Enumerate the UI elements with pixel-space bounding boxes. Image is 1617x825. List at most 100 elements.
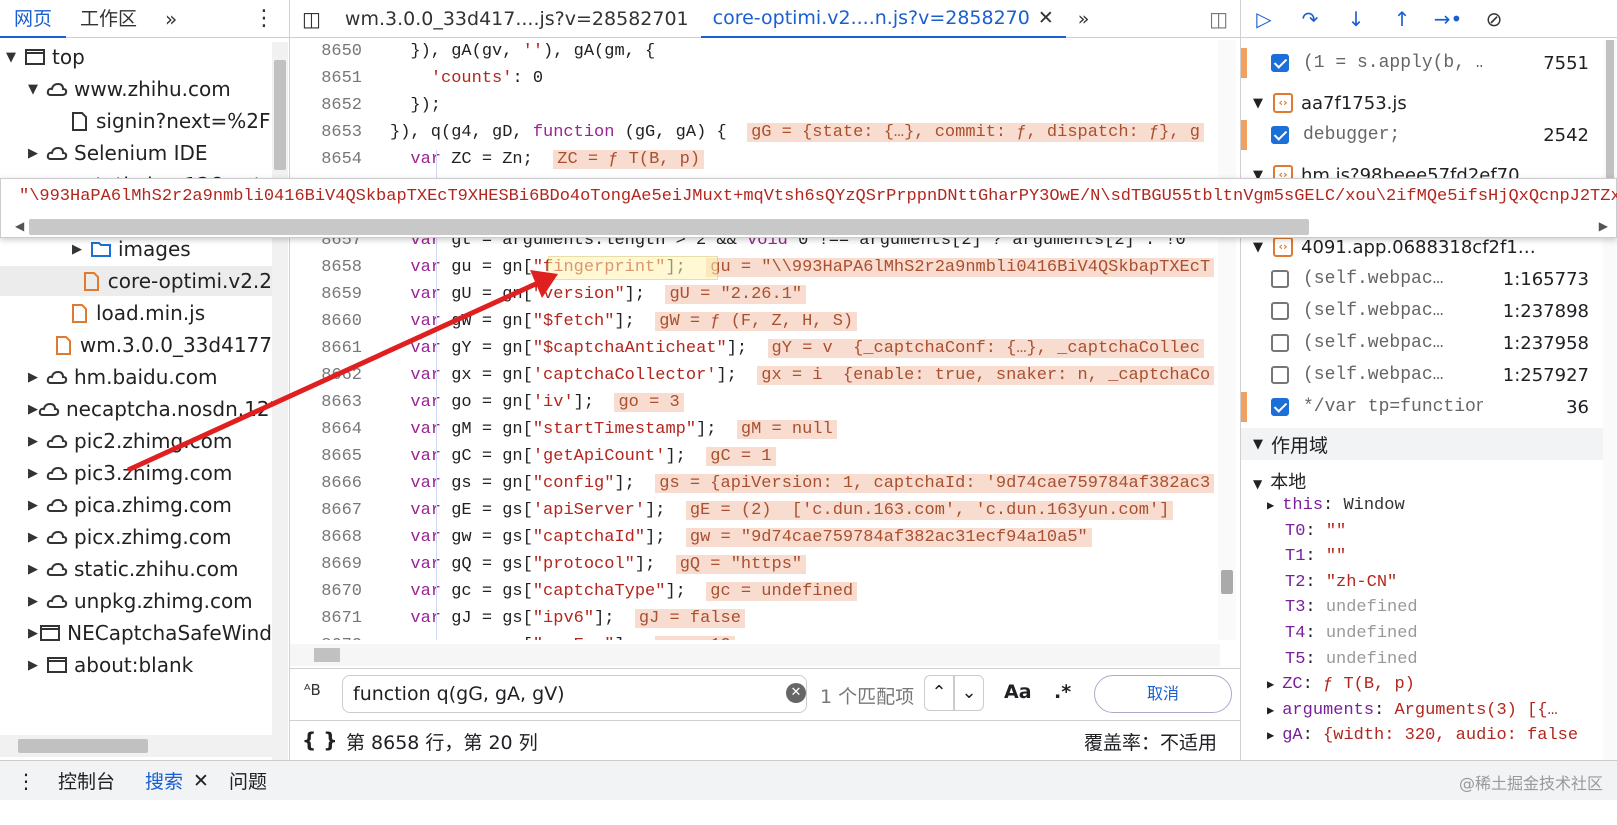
expand-arrow-icon[interactable]: ▶ bbox=[1267, 678, 1274, 692]
line-number[interactable]: 8668 bbox=[290, 528, 362, 547]
line-number[interactable]: 8660 bbox=[290, 312, 362, 331]
tree-node[interactable]: ▶ Selenium IDE bbox=[0, 138, 272, 168]
breakpoint-checkbox[interactable] bbox=[1271, 366, 1289, 384]
clear-search-icon[interactable]: ✕ bbox=[786, 683, 806, 703]
drawer-tab-search[interactable]: 搜索 bbox=[145, 767, 183, 794]
line-number[interactable]: 8672 bbox=[290, 636, 362, 640]
tree-node[interactable]: ▼ top bbox=[0, 42, 272, 72]
navigator-vertical-scrollbar[interactable] bbox=[272, 42, 288, 762]
line-number[interactable]: 8651 bbox=[290, 69, 362, 88]
breakpoint-checkbox[interactable] bbox=[1271, 334, 1289, 352]
line-number[interactable]: 8670 bbox=[290, 582, 362, 601]
pretty-print-icon[interactable]: { } bbox=[302, 728, 337, 752]
line-number[interactable]: 8652 bbox=[290, 96, 362, 115]
close-tab-icon[interactable]: ✕ bbox=[1038, 0, 1054, 37]
breakpoint-checkbox[interactable] bbox=[1271, 54, 1289, 72]
tree-node[interactable]: load.min.js bbox=[0, 298, 272, 328]
expand-arrow-icon[interactable]: ▶ bbox=[1267, 729, 1274, 743]
breakpoint-file-group[interactable]: ▼ ‹› aa7f1753.js bbox=[1241, 88, 1603, 118]
scope-variable[interactable]: ▶ ZC: ƒ T(B, p) bbox=[1267, 675, 1415, 694]
line-number[interactable]: 8659 bbox=[290, 285, 362, 304]
tooltip-scrollbar[interactable] bbox=[29, 219, 1309, 235]
collapsed-arrow-icon[interactable]: ▶ bbox=[28, 594, 46, 609]
scope-variable[interactable]: T5: undefined bbox=[1285, 650, 1418, 669]
more-editor-tabs-icon[interactable]: » bbox=[1066, 0, 1102, 38]
drawer-tab-issues[interactable]: 问题 bbox=[229, 767, 267, 794]
collapsed-arrow-icon[interactable]: ▶ bbox=[28, 626, 39, 641]
toggle-navigator-icon[interactable]: ◫ bbox=[290, 0, 333, 38]
breakpoint-item[interactable]: (self.webpac… 1:237958 bbox=[1241, 328, 1603, 358]
step-over-icon[interactable]: ↷ bbox=[1287, 7, 1333, 31]
collapsed-arrow-icon[interactable]: ▶ bbox=[72, 242, 90, 257]
tree-node[interactable]: ▶ pic2.zhimg.com bbox=[0, 426, 272, 456]
line-number[interactable]: 8661 bbox=[290, 339, 362, 358]
scope-variable[interactable]: ▶ arguments: Arguments(3) [{… bbox=[1267, 701, 1558, 720]
tab-page[interactable]: 网页 bbox=[0, 0, 67, 38]
breakpoint-item[interactable]: debugger; 2542 bbox=[1241, 120, 1603, 150]
navigator-horizontal-scrollbar[interactable] bbox=[0, 735, 272, 757]
expand-arrow-icon[interactable]: ▶ bbox=[1267, 704, 1274, 718]
collapsed-arrow-icon[interactable]: ▶ bbox=[28, 434, 46, 449]
breakpoint-item[interactable]: (self.webpac… 1:165773 bbox=[1241, 264, 1603, 294]
line-number[interactable]: 8662 bbox=[290, 366, 362, 385]
tree-node[interactable]: signin?next=%2F bbox=[0, 106, 272, 136]
collapsed-arrow-icon[interactable]: ▶ bbox=[28, 370, 46, 385]
close-search-tab-icon[interactable]: ✕ bbox=[193, 770, 209, 792]
scope-variable[interactable]: T0: "" bbox=[1285, 522, 1346, 541]
line-number[interactable]: 8671 bbox=[290, 609, 362, 628]
collapsed-arrow-icon[interactable]: ▶ bbox=[28, 466, 46, 481]
breakpoint-item[interactable]: */var tp=function()… 36 bbox=[1241, 392, 1603, 422]
breakpoint-checkbox[interactable] bbox=[1271, 126, 1289, 144]
previous-match-icon[interactable]: ⌃ bbox=[924, 675, 954, 711]
tree-node[interactable]: ▶ about:blank bbox=[0, 650, 272, 680]
line-number[interactable]: 8654 bbox=[290, 150, 362, 169]
line-number[interactable]: 8664 bbox=[290, 420, 362, 439]
match-case-button[interactable]: Aa bbox=[1004, 681, 1032, 703]
line-number[interactable]: 8663 bbox=[290, 393, 362, 412]
editor-vertical-scrollbar[interactable] bbox=[1218, 40, 1236, 640]
collapsed-arrow-icon[interactable]: ▶ bbox=[28, 498, 46, 513]
breakpoint-checkbox[interactable] bbox=[1271, 270, 1289, 288]
regex-button[interactable]: .* bbox=[1054, 681, 1071, 703]
resume-icon[interactable]: ▷ bbox=[1241, 7, 1287, 31]
tree-node[interactable]: ▶ images bbox=[0, 234, 272, 264]
scope-section-header[interactable]: ▼ 作用域 bbox=[1241, 428, 1603, 460]
breakpoint-item[interactable]: (1 = s.apply(b, … 7551 bbox=[1241, 48, 1603, 78]
breakpoint-item[interactable]: (self.webpac… 1:257927 bbox=[1241, 360, 1603, 390]
drawer-menu-icon[interactable]: ⋮ bbox=[16, 769, 36, 793]
line-number[interactable]: 8669 bbox=[290, 555, 362, 574]
cancel-search-button[interactable]: 取消 bbox=[1094, 675, 1232, 713]
line-number[interactable]: 8667 bbox=[290, 501, 362, 520]
local-scope-header[interactable]: ▼ 本地 bbox=[1253, 468, 1306, 494]
line-number[interactable]: 8650 bbox=[290, 42, 362, 61]
editor-horizontal-scrollbar[interactable] bbox=[290, 644, 1220, 666]
scope-variable[interactable]: T4: undefined bbox=[1285, 624, 1418, 643]
collapsed-arrow-icon[interactable]: ▶ bbox=[28, 562, 46, 577]
expanded-arrow-icon[interactable]: ▼ bbox=[28, 82, 46, 97]
tooltip-scroll-left-icon[interactable]: ◀ bbox=[15, 219, 24, 233]
tree-node[interactable]: ▶ unpkg.zhimg.com bbox=[0, 586, 272, 616]
more-options-icon[interactable]: ⋮ bbox=[239, 0, 289, 38]
scope-variable[interactable]: T2: "zh-CN" bbox=[1285, 573, 1397, 592]
tree-node[interactable]: ▶ necaptcha.nosdn.127 bbox=[0, 394, 272, 424]
tree-node[interactable]: ▶ hm.baidu.com bbox=[0, 362, 272, 392]
tree-node[interactable]: wm.3.0.0_33d4177 bbox=[0, 330, 272, 360]
deactivate-breakpoints-icon[interactable]: ⊘ bbox=[1471, 7, 1517, 31]
scope-variable[interactable]: ▶ this: Window bbox=[1267, 496, 1405, 515]
collapsed-arrow-icon[interactable]: ▶ bbox=[28, 658, 46, 673]
tab-workspace[interactable]: 工作区 bbox=[66, 0, 151, 38]
code-area[interactable]: 8650 }), gA(gv, ''), gA(gm, {8651 'count… bbox=[290, 40, 1218, 640]
line-number[interactable]: 8658 bbox=[290, 258, 362, 277]
replace-toggle-icon[interactable]: ᴬB bbox=[304, 681, 321, 699]
collapsed-arrow-icon[interactable]: ▶ bbox=[28, 530, 46, 545]
editor-tab-core-optimi[interactable]: core-optimi.v2....n.js?v=2858270 ✕ bbox=[700, 0, 1066, 38]
breakpoint-item[interactable]: (self.webpac… 1:237898 bbox=[1241, 296, 1603, 326]
tree-node[interactable]: core-optimi.v2.2 bbox=[0, 266, 272, 296]
next-match-icon[interactable]: ⌄ bbox=[954, 675, 984, 711]
tree-node[interactable]: ▶ pic3.zhimg.com bbox=[0, 458, 272, 488]
collapsed-arrow-icon[interactable]: ▶ bbox=[28, 402, 38, 417]
sidebar-scrollbar[interactable] bbox=[1603, 40, 1617, 760]
tree-node[interactable]: ▼ www.zhihu.com bbox=[0, 74, 272, 104]
search-input[interactable]: function q(gG, gA, gV) bbox=[342, 675, 807, 713]
breakpoint-checkbox[interactable] bbox=[1271, 398, 1289, 416]
